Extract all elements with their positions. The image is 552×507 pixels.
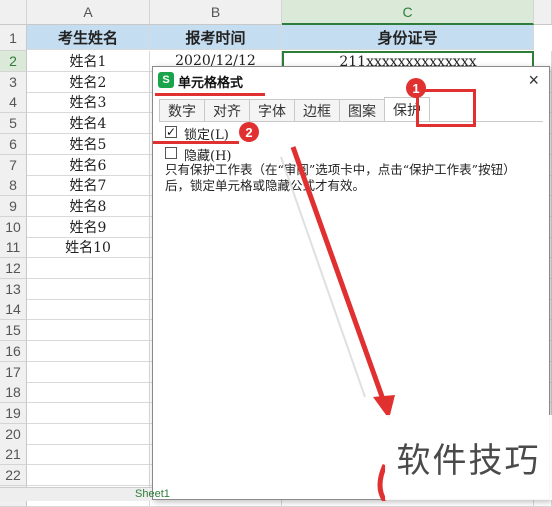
row-header[interactable]: 8	[0, 175, 27, 197]
name-cell[interactable]: 姓名1	[27, 51, 150, 72]
row-header[interactable]: 10	[0, 216, 27, 238]
dialog-title: 单元格格式	[178, 75, 244, 90]
grid-cell[interactable]	[27, 299, 150, 321]
dialog-titlebar[interactable]: S 单元格格式 ×	[153, 67, 549, 95]
tab-number[interactable]: 数字	[159, 99, 205, 121]
row-header[interactable]: 15	[0, 320, 27, 342]
column-header-d[interactable]	[534, 0, 552, 25]
row-header[interactable]: 19	[0, 402, 27, 424]
name-cell[interactable]: 姓名2	[27, 71, 150, 93]
row-header[interactable]: 2	[0, 51, 27, 72]
name-cell[interactable]: 姓名10	[27, 237, 150, 259]
row-header[interactable]: 7	[0, 154, 27, 176]
tab-alignment[interactable]: 对齐	[204, 99, 250, 121]
tab-panel-border	[159, 121, 543, 122]
header-date[interactable]: 报考时间	[150, 25, 282, 50]
name-cell[interactable]: 姓名4	[27, 113, 150, 135]
row-header[interactable]: 22	[0, 465, 27, 486]
row-header[interactable]: 12	[0, 258, 27, 279]
protection-tab-annotation	[416, 89, 476, 127]
row-header[interactable]: 9	[0, 195, 27, 217]
column-header-c[interactable]: C	[282, 0, 534, 25]
name-cell[interactable]: 姓名6	[27, 154, 150, 176]
wps-app-icon: S	[158, 72, 174, 88]
title-underline-annotation	[155, 93, 265, 96]
grid-cell[interactable]	[27, 423, 150, 445]
tab-strip: 数字 对齐 字体 边框 图案 保护	[159, 97, 430, 121]
lock-checkbox[interactable]: ✓	[165, 126, 177, 138]
name-cell[interactable]: 姓名9	[27, 216, 150, 238]
row-header[interactable]: 13	[0, 278, 27, 300]
grid-cell[interactable]	[27, 278, 150, 300]
header-name[interactable]: 考生姓名	[27, 25, 150, 50]
row-header[interactable]: 17	[0, 361, 27, 383]
row-header[interactable]: 21	[0, 444, 27, 466]
row-header[interactable]: 16	[0, 340, 27, 362]
row-header[interactable]: 11	[0, 237, 27, 259]
step-badge-1: 1	[406, 78, 426, 98]
row-header[interactable]: 3	[0, 71, 27, 93]
protection-description: 只有保护工作表（在“审阅”选项卡中，点击“保护工作表”按钮）后，锁定单元格或隐藏…	[165, 162, 516, 193]
row-header[interactable]: 14	[0, 299, 27, 321]
grid-cell[interactable]	[27, 340, 150, 362]
name-cell[interactable]: 姓名7	[27, 175, 150, 197]
tab-pattern[interactable]: 图案	[339, 99, 385, 121]
column-header-b[interactable]: B	[150, 0, 282, 25]
corner-cell[interactable]	[0, 0, 27, 25]
grid-cell[interactable]	[27, 258, 150, 279]
row-header[interactable]: 5	[0, 113, 27, 135]
sheet-tab[interactable]: Sheet1	[135, 488, 170, 500]
row-header[interactable]: 18	[0, 382, 27, 404]
grid-cell[interactable]	[27, 402, 150, 424]
lock-underline-annotation	[153, 141, 239, 144]
name-cell[interactable]: 姓名8	[27, 195, 150, 217]
close-icon[interactable]: ×	[528, 70, 539, 91]
grid-cell[interactable]	[27, 320, 150, 342]
column-header-a[interactable]: A	[27, 0, 150, 25]
step-badge-2: 2	[239, 122, 259, 142]
row-header[interactable]: 6	[0, 133, 27, 155]
watermark: 软件技巧	[385, 415, 552, 500]
tab-border[interactable]: 边框	[294, 99, 340, 121]
tab-font[interactable]: 字体	[249, 99, 295, 121]
row-header[interactable]: 1	[0, 25, 27, 51]
hide-checkbox[interactable]	[165, 147, 177, 159]
row-header[interactable]: 20	[0, 423, 27, 445]
grid-cell[interactable]	[27, 361, 150, 383]
grid-cell[interactable]	[27, 444, 150, 466]
sheet-tab-bar	[0, 487, 152, 501]
grid-cell[interactable]	[27, 382, 150, 404]
name-cell[interactable]: 姓名3	[27, 92, 150, 114]
grid-cell[interactable]	[27, 465, 150, 486]
name-cell[interactable]: 姓名5	[27, 133, 150, 155]
row-header[interactable]: 4	[0, 92, 27, 114]
header-id[interactable]: 身份证号	[282, 25, 534, 50]
